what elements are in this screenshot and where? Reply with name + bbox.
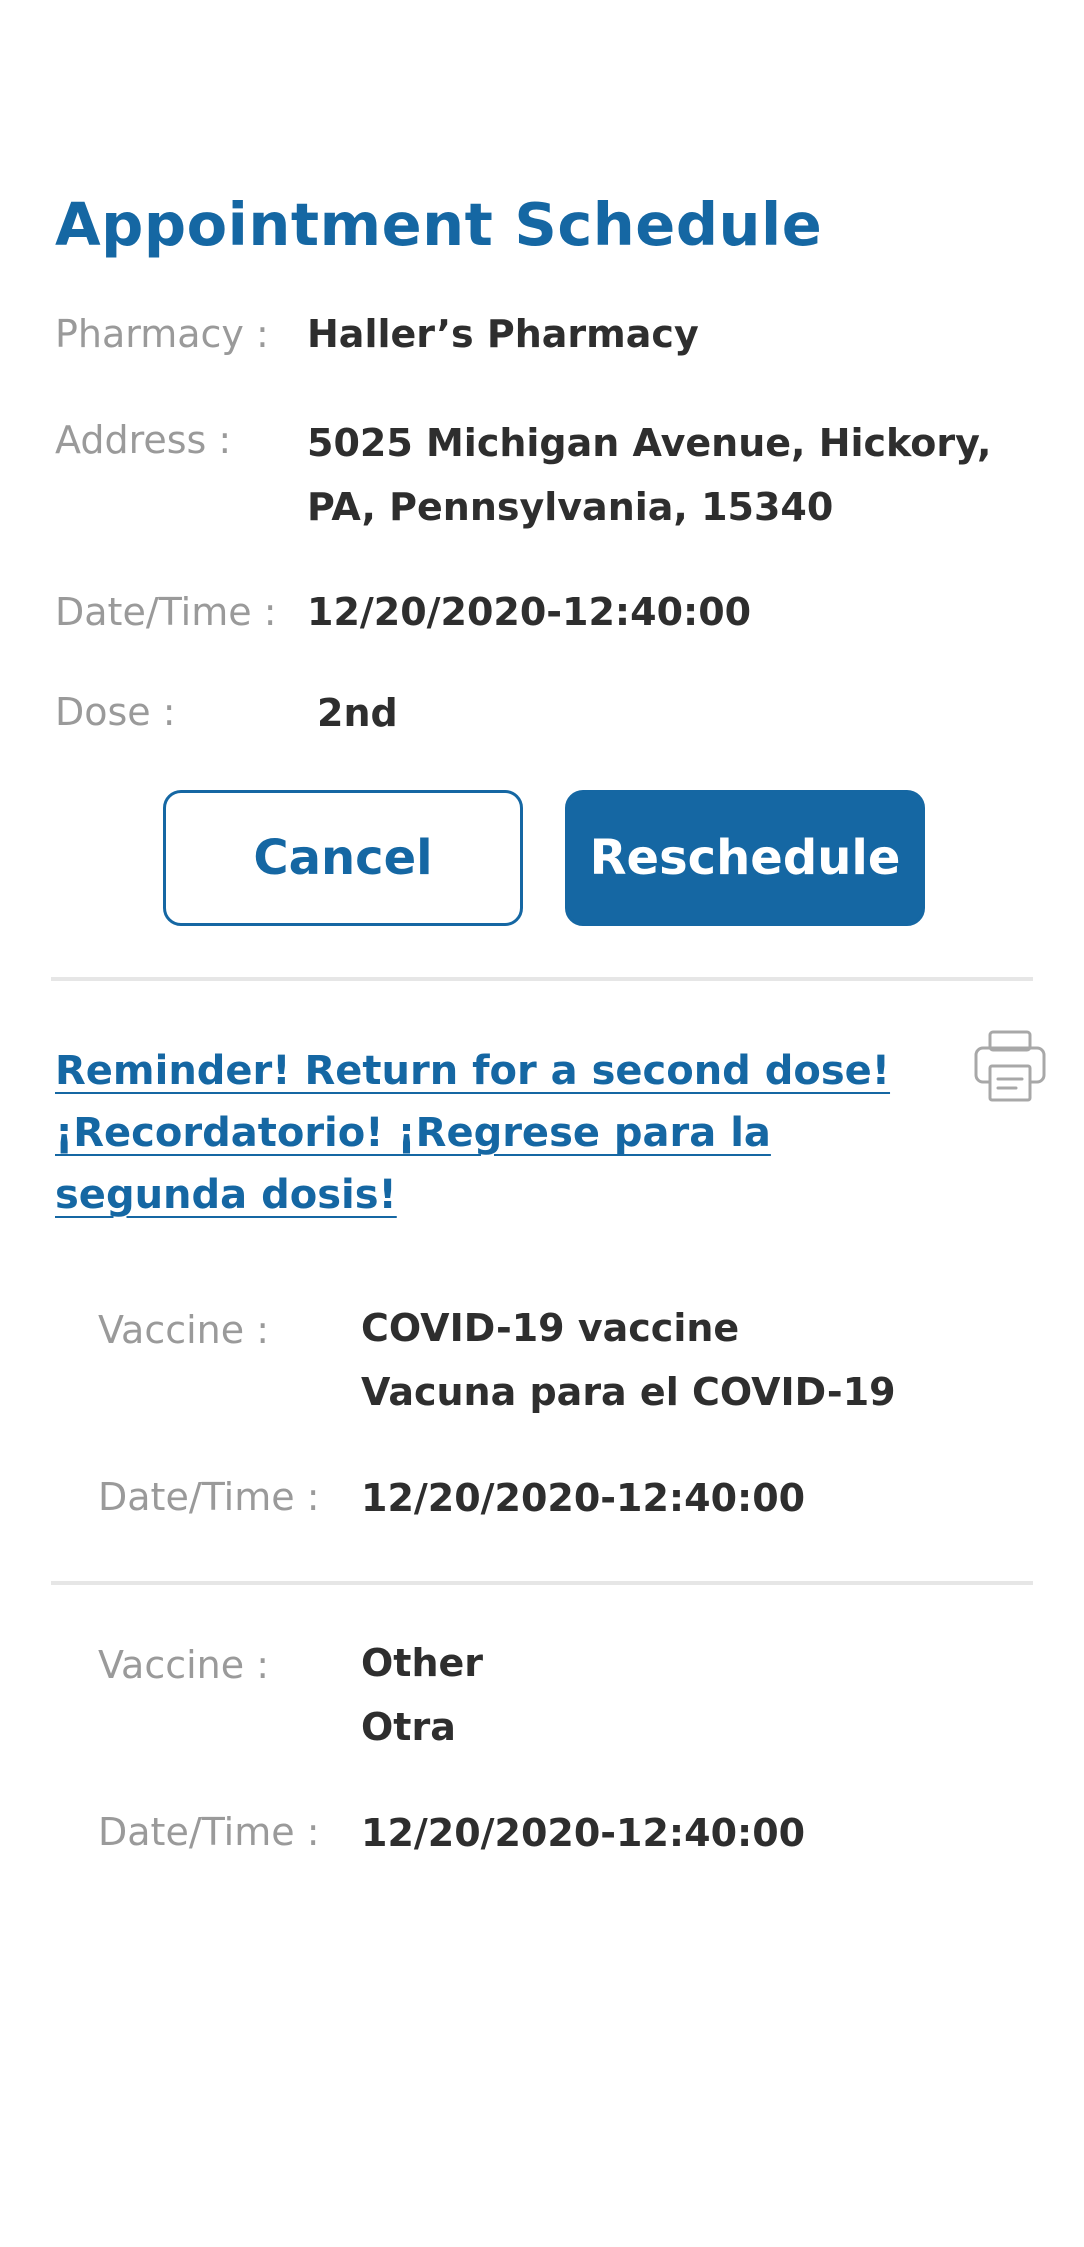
divider bbox=[51, 1581, 1033, 1585]
reminder-link-block: Reminder! Return for a second dose! ¡Rec… bbox=[55, 1040, 890, 1226]
reminder-link-line-2[interactable]: ¡Recordatorio! ¡Regrese para la bbox=[55, 1102, 835, 1164]
vaccine-1-datetime-label: Date/Time : bbox=[98, 1475, 320, 1519]
dose-label: Dose : bbox=[55, 690, 176, 734]
divider bbox=[51, 977, 1033, 981]
vaccine-2-name: Other bbox=[361, 1641, 484, 1685]
pharmacy-label: Pharmacy : bbox=[55, 312, 269, 356]
datetime-label: Date/Time : bbox=[55, 590, 277, 634]
cancel-button[interactable]: Cancel bbox=[163, 790, 523, 926]
reminder-link-line-1[interactable]: Reminder! Return for a second dose! bbox=[55, 1040, 890, 1102]
pharmacy-value: Haller’s Pharmacy bbox=[307, 312, 699, 356]
vaccine-1-datetime-value: 12/20/2020-12:40:00 bbox=[361, 1476, 806, 1520]
address-line-2: PA, Pennsylvania, 15340 bbox=[307, 485, 834, 529]
vaccine-2-label: Vaccine : bbox=[98, 1643, 270, 1687]
reschedule-button[interactable]: Reschedule bbox=[565, 790, 925, 926]
address-line-1: 5025 Michigan Avenue, Hickory, bbox=[307, 421, 992, 465]
print-icon[interactable] bbox=[972, 1028, 1048, 1104]
page-title: Appointment Schedule bbox=[55, 190, 823, 259]
vaccine-2-datetime-label: Date/Time : bbox=[98, 1810, 320, 1854]
appointment-page: Appointment Schedule Pharmacy : Haller’s… bbox=[0, 0, 1084, 2247]
dose-value: 2nd bbox=[317, 691, 398, 735]
vaccine-1-name-es: Vacuna para el COVID-19 bbox=[361, 1370, 896, 1414]
vaccine-2-datetime-value: 12/20/2020-12:40:00 bbox=[361, 1811, 806, 1855]
vaccine-1-label: Vaccine : bbox=[98, 1308, 270, 1352]
reminder-link-line-3[interactable]: segunda dosis! bbox=[55, 1164, 835, 1226]
address-label: Address : bbox=[55, 418, 232, 462]
vaccine-2-name-es: Otra bbox=[361, 1705, 456, 1749]
vaccine-1-name: COVID-19 vaccine bbox=[361, 1306, 740, 1350]
datetime-value: 12/20/2020-12:40:00 bbox=[307, 590, 752, 634]
